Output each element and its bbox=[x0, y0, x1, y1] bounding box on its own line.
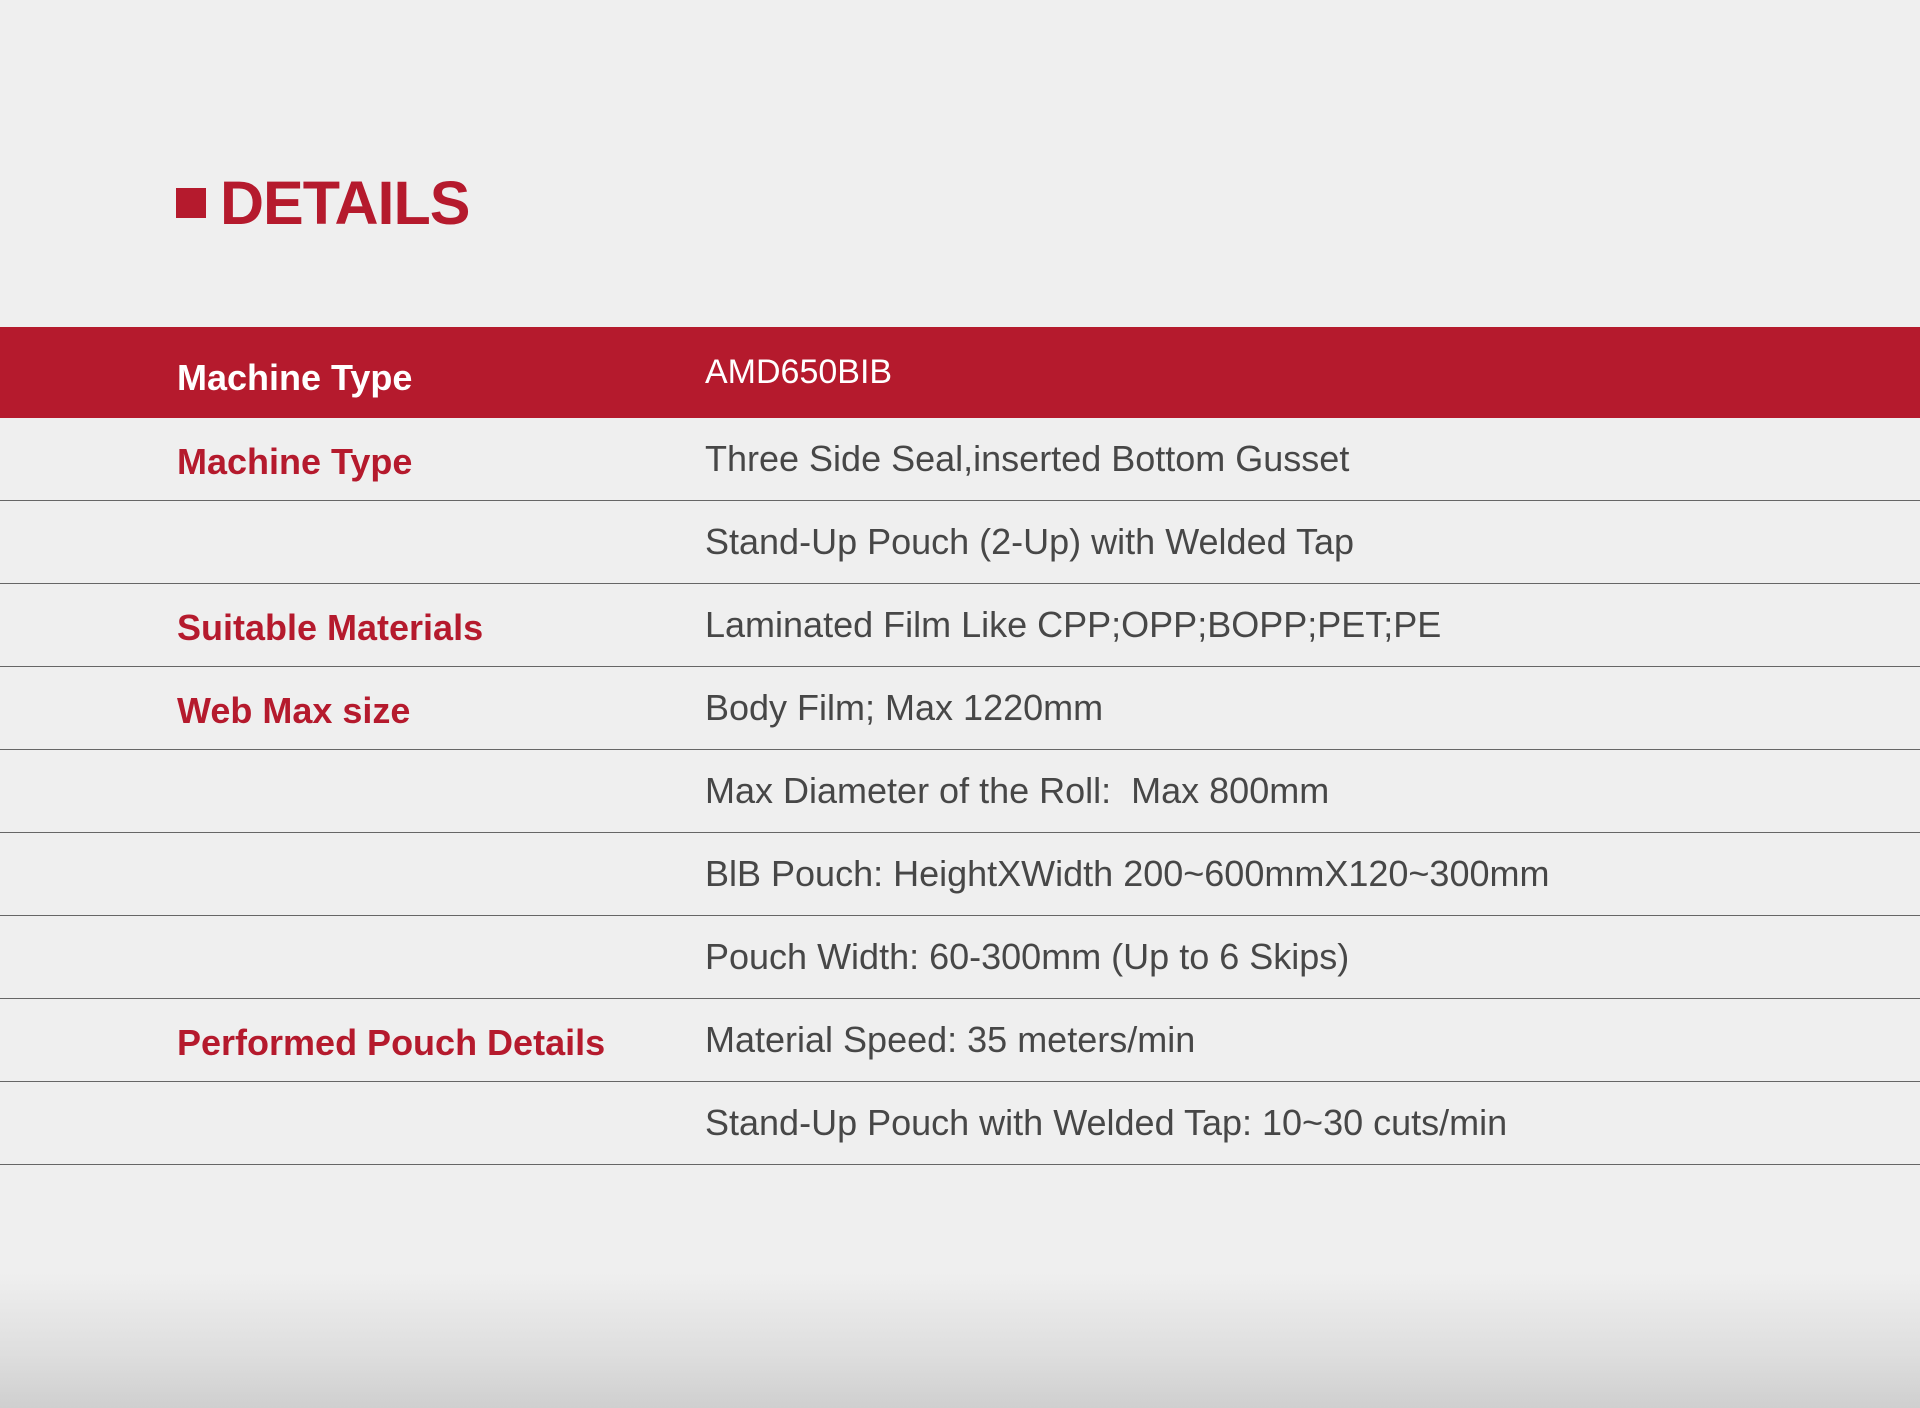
specs-table: Machine Type AMD650BIB Machine Type Thre… bbox=[0, 327, 1920, 1165]
details-heading: DETAILS bbox=[176, 168, 470, 238]
header-value: AMD650BIB bbox=[705, 353, 893, 391]
table-row: Performed Pouch Details Material Speed: … bbox=[0, 999, 1920, 1082]
row-label: Suitable Materials bbox=[177, 607, 484, 648]
table-row: Pouch Width: 60-300mm (Up to 6 Skips) bbox=[0, 916, 1920, 999]
page-title: DETAILS bbox=[220, 169, 470, 237]
heading-square-icon bbox=[176, 188, 206, 218]
header-label: Machine Type bbox=[177, 356, 413, 398]
row-value: Stand-Up Pouch (2-Up) with Welded Tap bbox=[705, 521, 1355, 562]
row-label: Machine Type bbox=[177, 441, 413, 482]
row-value: Laminated Film Like CPP;OPP;BOPP;PET;PE bbox=[705, 604, 1442, 645]
table-row: Max Diameter of the Roll: Max 800mm bbox=[0, 750, 1920, 833]
table-row: Suitable Materials Laminated Film Like C… bbox=[0, 584, 1920, 667]
row-value: Max Diameter of the Roll: Max 800mm bbox=[705, 770, 1330, 811]
row-value: Body Film; Max 1220mm bbox=[705, 687, 1104, 728]
row-value: BlB Pouch: HeightXWidth 200~600mmX120~30… bbox=[705, 853, 1550, 894]
row-value: Material Speed: 35 meters/min bbox=[705, 1019, 1196, 1060]
row-label: Web Max size bbox=[177, 690, 411, 731]
table-row: BlB Pouch: HeightXWidth 200~600mmX120~30… bbox=[0, 833, 1920, 916]
specs-header-row: Machine Type AMD650BIB bbox=[0, 327, 1920, 418]
table-row: Stand-Up Pouch with Welded Tap: 10~30 cu… bbox=[0, 1082, 1920, 1165]
row-value: Stand-Up Pouch with Welded Tap: 10~30 cu… bbox=[705, 1102, 1508, 1143]
table-row: Web Max size Body Film; Max 1220mm bbox=[0, 667, 1920, 750]
table-row: Stand-Up Pouch (2-Up) with Welded Tap bbox=[0, 501, 1920, 584]
table-row: Machine Type Three Side Seal,inserted Bo… bbox=[0, 418, 1920, 501]
bottom-shadow bbox=[0, 1273, 1920, 1408]
row-label: Performed Pouch Details bbox=[177, 1022, 606, 1063]
row-value: Three Side Seal,inserted Bottom Gusset bbox=[705, 438, 1350, 479]
row-value: Pouch Width: 60-300mm (Up to 6 Skips) bbox=[705, 936, 1350, 977]
